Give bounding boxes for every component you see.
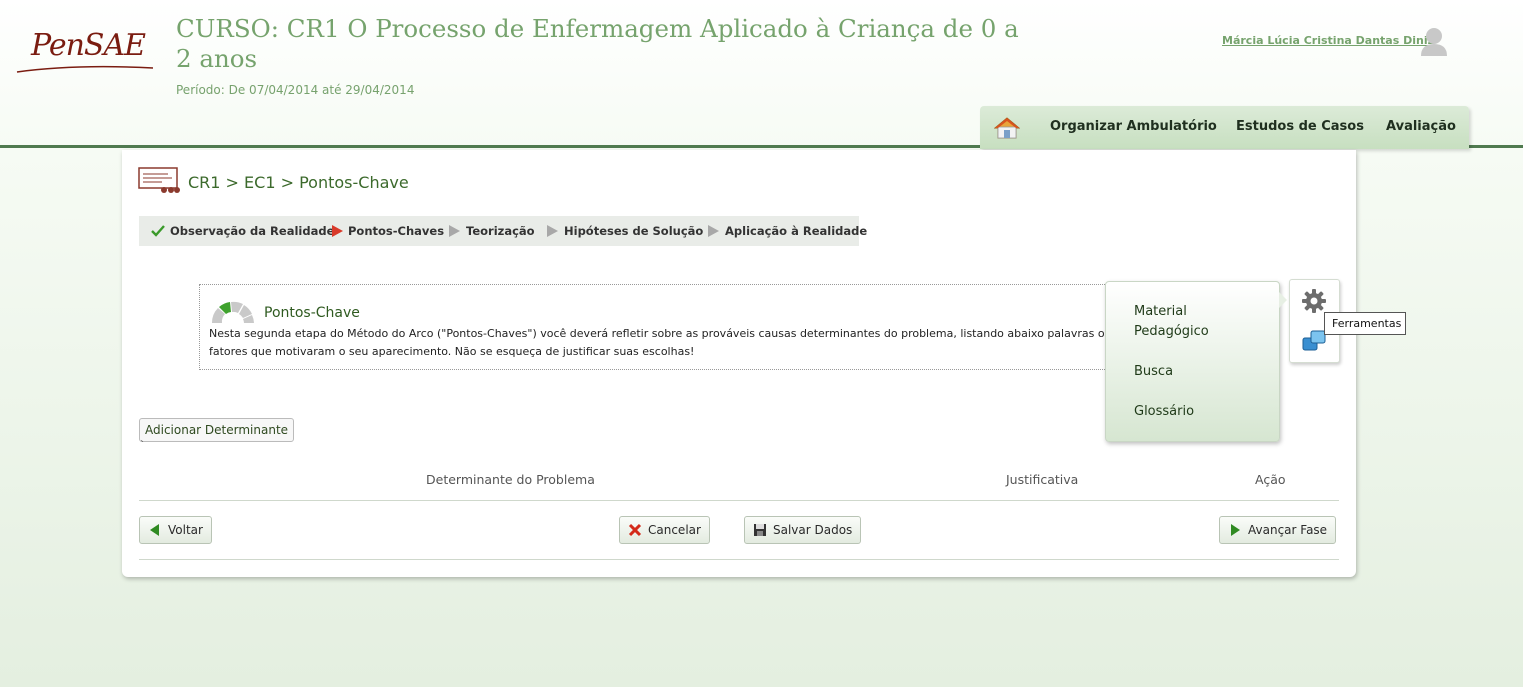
info-title: Pontos-Chave (264, 305, 360, 321)
add-determinant-button[interactable]: Adicionar Determinante (139, 418, 295, 442)
user-avatar-icon[interactable] (1420, 26, 1448, 56)
phase-info-box: Pontos-Chave Nesta segunda etapa do Méto… (199, 284, 1207, 370)
step-aplicacao[interactable]: Aplicação à Realidade (725, 224, 867, 238)
logo-text: PenSAE (31, 28, 146, 63)
save-button[interactable]: Salvar Dados (744, 516, 862, 544)
play-gray-icon (547, 225, 558, 237)
logo-swoosh-icon (16, 65, 154, 73)
back-button-label: Voltar (168, 523, 203, 537)
play-gray-icon (708, 225, 719, 237)
cancel-button[interactable]: Cancelar (619, 516, 710, 544)
check-icon (151, 225, 165, 237)
main-nav: Organizar Ambulatório Estudos de Casos A… (980, 106, 1469, 149)
tool-material-pedagogico[interactable]: Material Pedagógico (1134, 302, 1244, 342)
play-red-icon (332, 225, 343, 237)
save-button-label: Salvar Dados (773, 523, 853, 537)
course-period: Período: De 07/04/2014 até 29/04/2014 (176, 83, 415, 97)
phase-steps: Observação da Realidade Pontos-Chaves Te… (139, 216, 867, 246)
tools-tooltip: Ferramentas (1324, 312, 1406, 335)
step-hipoteses[interactable]: Hipóteses de Solução (564, 224, 703, 238)
info-text: Nesta segunda etapa do Método do Arco ("… (209, 327, 1207, 358)
next-phase-button-label: Avançar Fase (1248, 523, 1328, 537)
tool-busca[interactable]: Busca (1134, 362, 1173, 382)
case-board-icon (138, 167, 180, 193)
gear-icon[interactable] (1301, 288, 1327, 314)
nav-avaliacao[interactable]: Avaliação (1386, 119, 1456, 134)
arrow-right-icon (1231, 524, 1240, 536)
stray-backtick: ` (140, 440, 145, 451)
user-name-link[interactable]: Márcia Lúcia Cristina Dantas Diniz (1222, 34, 1434, 47)
floppy-disk-icon (754, 524, 766, 536)
cancel-button-label: Cancelar (648, 523, 701, 537)
tool-glossario[interactable]: Glossário (1134, 402, 1194, 422)
progress-gauge-icon (211, 301, 254, 323)
arrow-left-icon (150, 524, 159, 536)
play-gray-icon (449, 225, 460, 237)
back-button[interactable]: Voltar (139, 516, 212, 544)
tools-menu: Material Pedagógico Busca Glossário (1105, 281, 1280, 442)
breadcrumb: CR1 > EC1 > Pontos-Chave (188, 173, 409, 192)
close-icon (628, 523, 642, 537)
course-title: CURSO: CR1 O Processo de Enfermagem Apli… (176, 14, 1019, 73)
step-observacao[interactable]: Observação da Realidade (170, 224, 334, 238)
table-divider (139, 500, 1339, 501)
tools-menu-pointer (1279, 292, 1287, 308)
col-justificativa: Justificativa (1006, 472, 1079, 487)
step-pontos-chaves[interactable]: Pontos-Chaves (348, 224, 444, 238)
step-teorizacao[interactable]: Teorização (466, 224, 535, 238)
col-determinante: Determinante do Problema (426, 472, 595, 487)
footer-divider (139, 559, 1339, 560)
pensae-logo[interactable]: PenSAE (15, 28, 160, 83)
nav-estudos-de-casos[interactable]: Estudos de Casos (1236, 119, 1364, 134)
next-phase-button[interactable]: Avançar Fase (1219, 516, 1337, 544)
nav-organizar-ambulatorio[interactable]: Organizar Ambulatório (1050, 119, 1217, 134)
col-acao: Ação (1255, 472, 1286, 487)
home-icon[interactable] (994, 116, 1020, 140)
